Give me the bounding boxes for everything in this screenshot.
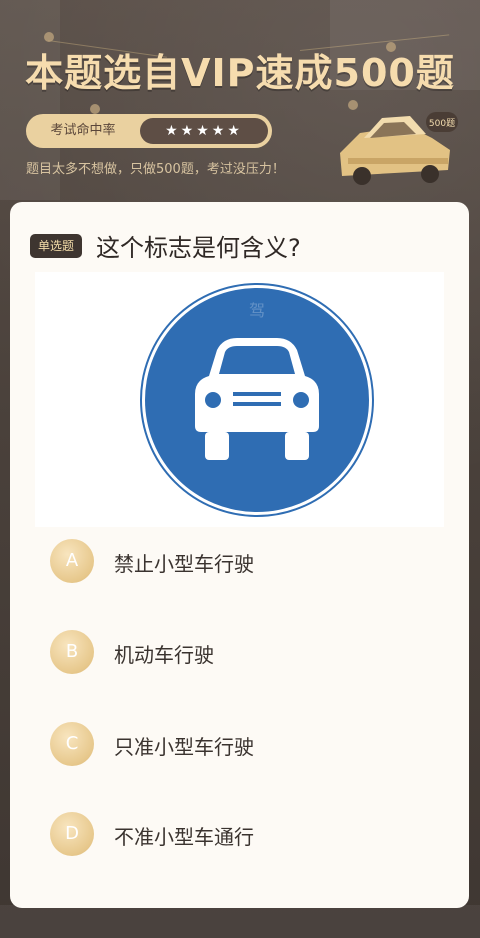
option-text: 机动车行驶 bbox=[114, 643, 214, 667]
option-letter: D bbox=[50, 812, 94, 856]
background-dot bbox=[44, 32, 54, 42]
car-badge-text: 500题 bbox=[429, 118, 455, 129]
background-road bbox=[0, 905, 480, 938]
background-dot bbox=[90, 104, 100, 114]
hit-rate-pill: 考试命中率 ★★★★★ bbox=[26, 114, 272, 148]
option-c[interactable]: C 只准小型车行驶 bbox=[50, 719, 430, 769]
watermark-text: 驾 bbox=[249, 301, 265, 320]
option-letter: B bbox=[50, 630, 94, 674]
question-type-badge: 单选题 bbox=[30, 234, 83, 258]
question-card: 单选题 这个标志是何含义? 驾 A 禁止小型车行驶 B 机动车行驶 C 只准小型… bbox=[10, 202, 469, 908]
option-text: 禁止小型车行驶 bbox=[114, 552, 254, 576]
promo-subtitle: 题目太多不想做，只做500题，考过没压力！ bbox=[26, 162, 285, 177]
option-b[interactable]: B 机动车行驶 bbox=[50, 627, 430, 677]
option-text: 只准小型车行驶 bbox=[114, 735, 254, 759]
gold-car-icon: 500题 bbox=[340, 112, 458, 185]
sign-image: 驾 bbox=[35, 272, 444, 527]
question-text: 这个标志是何含义? bbox=[96, 234, 301, 262]
option-letter: C bbox=[50, 722, 94, 766]
hit-rate-stars: ★★★★★ bbox=[140, 118, 268, 144]
option-letter: A bbox=[50, 539, 94, 583]
option-a[interactable]: A 禁止小型车行驶 bbox=[50, 536, 430, 586]
promo-title: 本题选自VIP速成500题 bbox=[25, 51, 455, 95]
option-d[interactable]: D 不准小型车通行 bbox=[50, 809, 430, 859]
option-text: 不准小型车通行 bbox=[114, 825, 254, 849]
motor-vehicle-sign-icon: 驾 bbox=[137, 280, 377, 520]
hit-rate-label: 考试命中率 bbox=[50, 123, 116, 138]
